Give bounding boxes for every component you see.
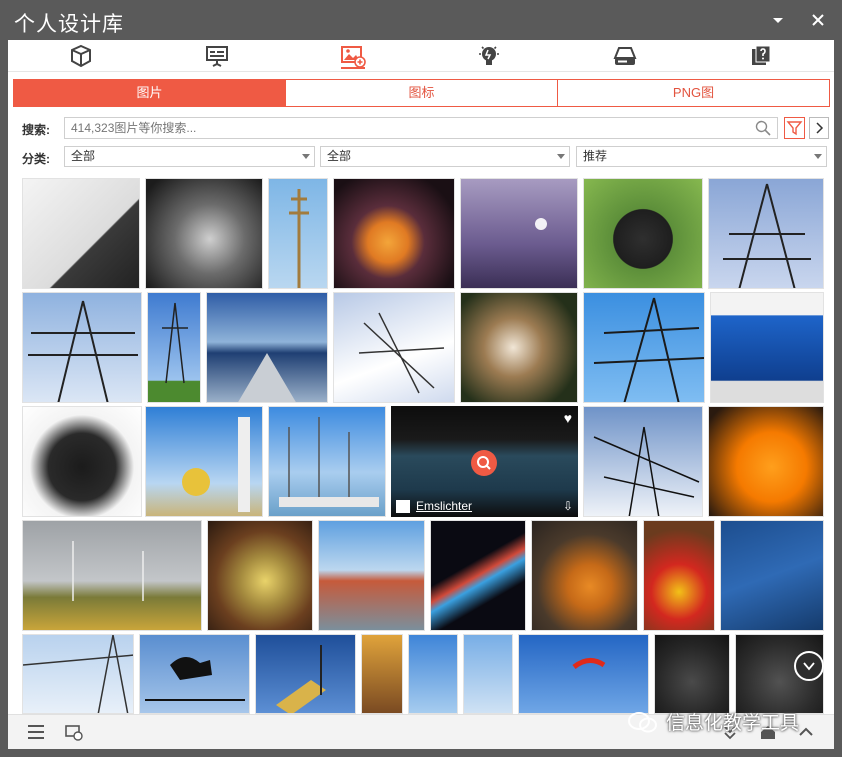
sort-select[interactable]: 推荐 [576,146,827,167]
image-thumbnail[interactable] [463,634,513,714]
image-thumbnail[interactable] [460,292,578,403]
image-thumbnail[interactable] [531,520,638,631]
chevron-down-icon [557,154,565,159]
image-thumbnail[interactable] [583,292,705,403]
image-thumbnail[interactable] [145,178,263,289]
chevron-down-icon [814,154,822,159]
tab-storage[interactable] [612,43,638,69]
image-credit-bar: Emslichter ⇩ [391,497,578,517]
sort-select-value: 推荐 [583,149,608,163]
image-thumbnail[interactable] [518,634,649,714]
chevron-down-icon [803,662,815,671]
search-box [64,117,778,139]
image-add-icon [341,46,366,69]
tab-ideas[interactable] [476,43,502,69]
lightbulb-icon [479,46,499,65]
image-thumbnail[interactable] [22,292,142,403]
media-type-tabs: 图片 图标 PNG图 [13,79,830,107]
image-thumbnail[interactable] [207,520,313,631]
category-select-1-value: 全部 [71,149,96,163]
category-select-2-value: 全部 [327,149,352,163]
tab-help[interactable] [748,43,774,69]
image-thumbnail[interactable] [460,178,578,289]
image-thumbnail[interactable] [255,634,356,714]
tab-images[interactable] [340,43,366,69]
image-thumbnail[interactable] [22,520,202,631]
chevron-down-icon [302,154,310,159]
pin-dropdown-button[interactable] [768,10,788,30]
magnify-icon [477,456,491,470]
image-thumbnail[interactable] [22,634,134,714]
next-button[interactable] [809,117,829,139]
image-thumbnail[interactable] [333,292,455,403]
image-thumbnail[interactable] [430,520,526,631]
wechat-logo-icon [628,712,657,733]
search-label: 搜索: [22,123,50,137]
tab-presentation[interactable] [204,43,230,69]
close-icon [812,14,824,26]
image-thumbnail[interactable] [145,406,263,517]
image-thumbnail[interactable] [583,406,703,517]
image-thumbnail[interactable] [708,406,824,517]
question-card-icon [752,45,771,65]
caret-down-icon [773,18,783,23]
image-thumbnail[interactable] [408,634,458,714]
image-thumbnail[interactable] [22,178,140,289]
scroll-down-button[interactable] [794,651,824,681]
image-thumbnail[interactable] [720,520,824,631]
filter-button[interactable] [784,117,805,139]
image-thumbnail[interactable] [333,178,455,289]
category-label: 分类: [22,152,50,166]
search-input[interactable] [65,118,725,138]
watermark: 信息化教学工具 [628,708,799,735]
search-icon[interactable] [755,120,771,136]
image-thumbnail[interactable] [583,178,703,289]
funnel-icon [786,121,803,136]
author-link[interactable]: Emslichter [416,499,472,513]
title-bar: 个人设计库 [0,0,842,40]
category-select-1[interactable]: 全部 [64,146,315,167]
panel-content: 图片 图标 PNG图 搜索: 分类: 全部 全部 推荐 [8,40,834,749]
tab-png[interactable]: PNG图 [558,80,829,106]
close-button[interactable] [808,10,828,30]
watermark-text: 信息化教学工具 [666,712,800,734]
image-thumbnail[interactable] [318,520,425,631]
category-select-2[interactable]: 全部 [320,146,570,167]
download-icon[interactable]: ⇩ [563,499,573,513]
category-toolbar [8,40,834,72]
tab-pictures[interactable]: 图片 [14,80,286,106]
image-thumbnail-hovered[interactable]: ♥ Emslichter ⇩ [391,406,578,517]
tab-icons[interactable]: 图标 [286,80,558,106]
presentation-board-icon [206,46,228,67]
drive-icon [613,47,637,65]
image-thumbnail[interactable] [708,178,824,289]
image-thumbnail[interactable] [654,634,730,714]
gallery-settings-icon[interactable] [64,723,84,741]
image-thumbnail[interactable] [268,178,328,289]
image-thumbnail[interactable] [206,292,328,403]
chevron-right-icon [816,122,824,134]
favorite-heart-icon[interactable]: ♥ [564,410,572,426]
image-thumbnail[interactable] [643,520,715,631]
image-thumbnail[interactable] [139,634,250,714]
menu-icon[interactable] [26,723,46,741]
image-grid: ♥ Emslichter ⇩ [22,178,824,714]
image-thumbnail[interactable] [268,406,386,517]
image-thumbnail[interactable] [361,634,403,714]
window-title: 个人设计库 [14,12,124,36]
image-thumbnail[interactable] [710,292,824,403]
zoom-button[interactable] [471,450,497,476]
image-thumbnail[interactable] [22,406,142,517]
app-window: 个人设计库 图片 图标 PNG图 搜索: 414,323图片等你搜索... 分类… [0,0,842,757]
cube-icon [71,44,91,68]
tab-3d-model[interactable] [68,43,94,69]
image-thumbnail[interactable] [147,292,201,403]
author-icon [396,500,410,513]
